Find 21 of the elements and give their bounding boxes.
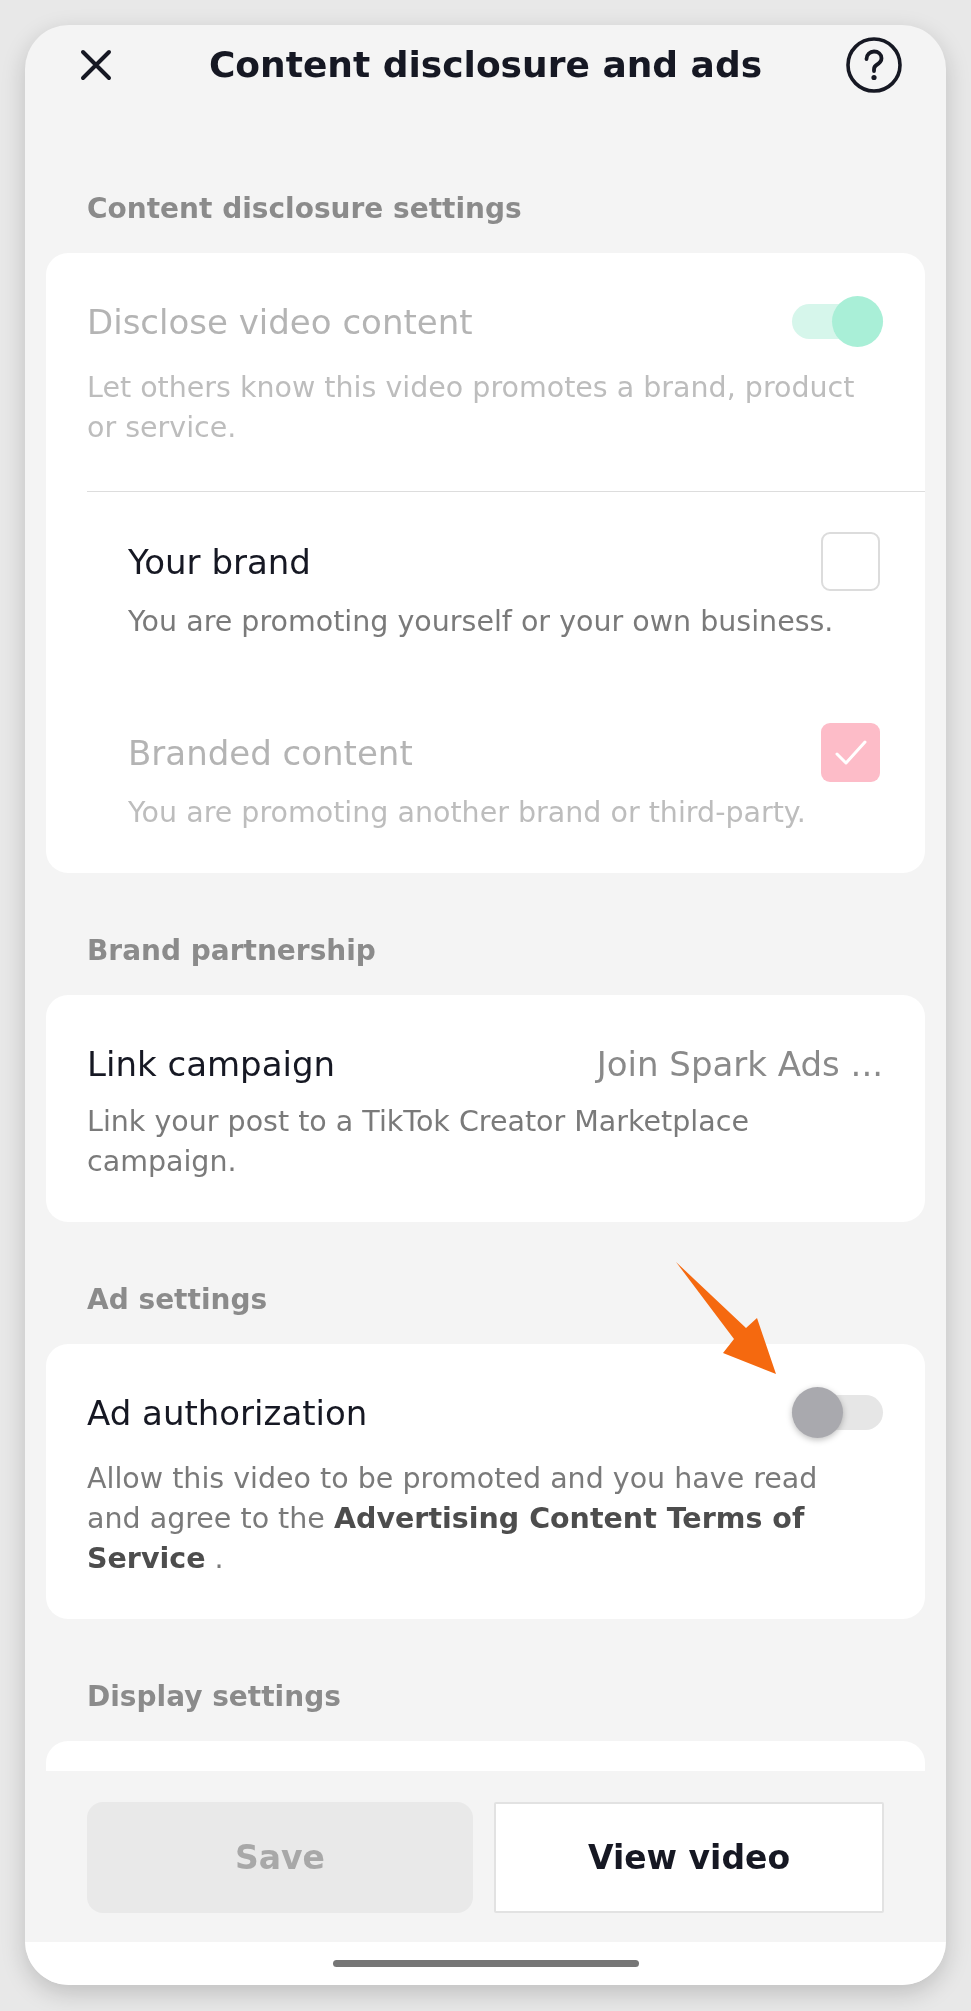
help-icon[interactable] xyxy=(846,37,902,93)
setting-description: Link your post to a TikTok Creator Marketplace campaign. xyxy=(87,1104,750,1180)
setting-description: Allow this video to be promoted and you have read and agree to the Advertising Content Terms of Service . xyxy=(87,1461,819,1577)
setting-description: You are promoting yourself or your own business. xyxy=(128,604,835,640)
setting-description: Let others know this video promotes a brand, product or service. xyxy=(87,370,856,446)
check-icon xyxy=(834,739,867,766)
section-header: Content disclosure settings xyxy=(87,191,522,227)
setting-label: Disclose video content xyxy=(87,300,473,344)
setting-label: Your brand xyxy=(128,540,311,584)
section-header: Ad settings xyxy=(87,1282,268,1318)
setting-description: You are promoting another brand or third-party. xyxy=(128,795,807,831)
close-icon[interactable] xyxy=(80,49,112,81)
setting-label: Link campaign xyxy=(87,1042,336,1086)
view-video-button[interactable]: View video xyxy=(494,1802,884,1913)
toggle-switch[interactable] xyxy=(792,1387,883,1438)
setting-value[interactable]: Join Spark Ads ... xyxy=(596,1041,883,1086)
section-header: Display settings xyxy=(87,1679,341,1715)
screen-title: Content disclosure and ads xyxy=(208,43,763,87)
setting-label: Branded content xyxy=(128,731,413,775)
setting-label: Ad authorization xyxy=(87,1391,368,1435)
section-header: Brand partnership xyxy=(87,933,376,969)
